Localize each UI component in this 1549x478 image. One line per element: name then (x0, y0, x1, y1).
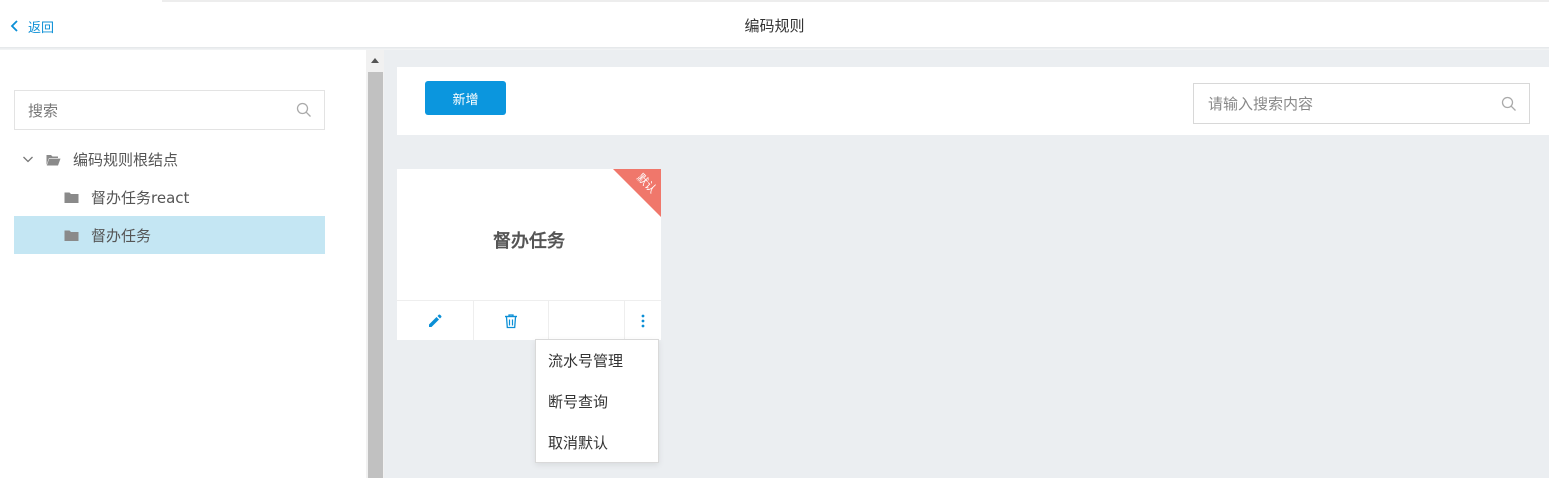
card-actions (397, 300, 661, 340)
tree-node-child-selected[interactable]: 督办任务 (14, 216, 325, 254)
tree-node-label: 督办任务 (91, 226, 152, 245)
menu-item-gap-query[interactable]: 断号查询 (536, 381, 658, 422)
more-icon (641, 314, 645, 328)
search-input[interactable]: 请输入搜索内容 (1193, 83, 1530, 124)
delete-icon (505, 314, 517, 329)
page-title: 编码规则 (744, 17, 805, 35)
folder-icon (64, 192, 79, 203)
card-title: 督办任务 (493, 231, 565, 252)
menu-item-serial-management[interactable]: 流水号管理 (536, 340, 658, 381)
more-button[interactable] (625, 301, 661, 340)
add-button[interactable]: 新增 (425, 81, 506, 115)
top-bar: 返回 编码规则 (0, 0, 1549, 47)
search-icon[interactable] (296, 102, 312, 118)
tree-node-root[interactable]: 编码规则根结点 (14, 140, 325, 178)
vertical-scrollbar[interactable] (366, 50, 384, 478)
search-icon[interactable] (1501, 96, 1517, 112)
scroll-up-arrow-icon[interactable] (371, 58, 379, 63)
tree-node-child[interactable]: 督办任务react (14, 178, 325, 216)
folder-open-icon (46, 154, 61, 165)
chevron-down-icon[interactable] (22, 153, 34, 165)
default-badge: 默认 (613, 169, 661, 217)
tree-node-label: 编码规则根结点 (73, 150, 179, 169)
toolbar: 新增 请输入搜索内容 (397, 67, 1549, 135)
search-placeholder: 请输入搜索内容 (1208, 95, 1314, 113)
tree-node-label: 督办任务react (91, 188, 190, 207)
rule-card[interactable]: 默认 督办任务 (397, 169, 661, 340)
more-menu: 流水号管理 断号查询 取消默认 (535, 339, 659, 463)
tree-sidebar: 搜索 编码规则根结点 督办任务react 督办任务 (0, 50, 366, 478)
tab-strip (0, 0, 162, 2)
card-action-empty (549, 301, 625, 340)
tree-search-placeholder: 搜索 (28, 101, 59, 120)
scrollbar-thumb[interactable] (368, 72, 383, 478)
menu-item-cancel-default[interactable]: 取消默认 (536, 422, 658, 463)
edit-button[interactable] (397, 301, 474, 340)
folder-icon (64, 230, 79, 241)
tree-search-input[interactable]: 搜索 (14, 90, 325, 130)
delete-button[interactable] (474, 301, 549, 340)
edit-icon (429, 314, 442, 327)
